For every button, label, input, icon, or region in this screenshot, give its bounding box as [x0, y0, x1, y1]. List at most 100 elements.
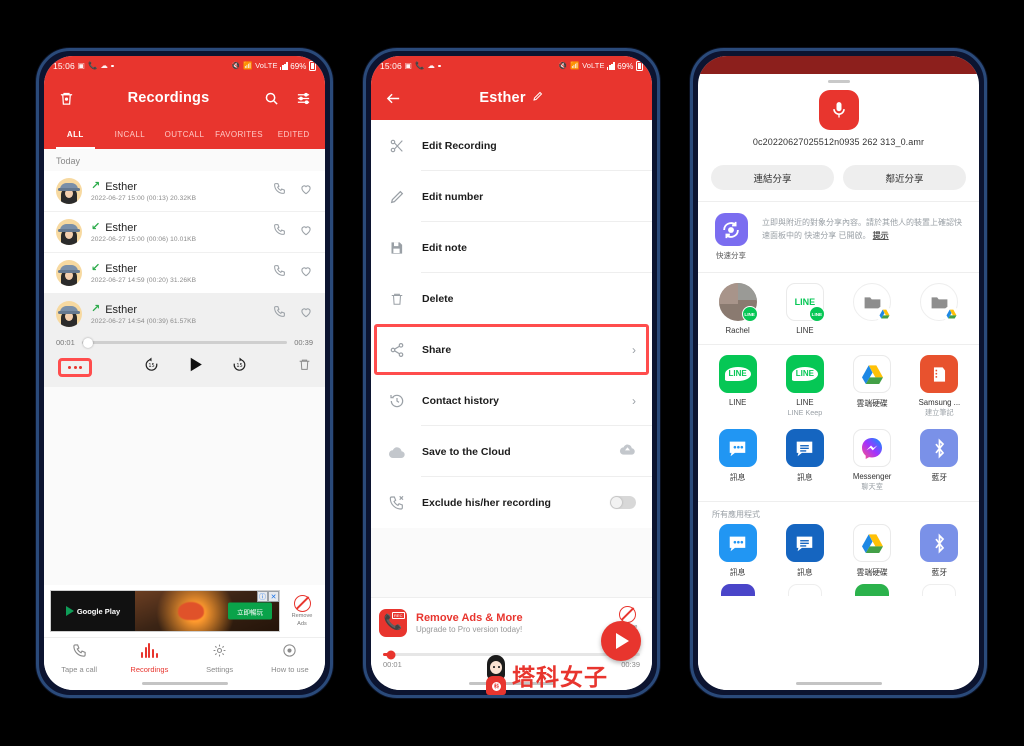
- tab-edited[interactable]: EDITED: [266, 120, 321, 149]
- mute-icon: 🔇: [231, 61, 241, 71]
- call-icon[interactable]: [273, 182, 286, 200]
- line-keep-icon: LINE: [785, 355, 824, 393]
- ad-close-icon[interactable]: ✕: [268, 591, 279, 602]
- seek-slider[interactable]: [81, 337, 288, 348]
- home-indicator[interactable]: [44, 677, 325, 690]
- trash-icon[interactable]: [55, 87, 77, 109]
- ad-cta-button[interactable]: 立即暢玩: [228, 602, 272, 620]
- tab-outcall[interactable]: OUTCALL: [157, 120, 212, 149]
- list-item[interactable]: 藍牙: [906, 524, 973, 578]
- nav-tape-a-call[interactable]: Tape a call: [44, 643, 114, 674]
- list-item[interactable]: Samsung ... 建立筆記: [906, 355, 973, 418]
- favorite-icon[interactable]: [299, 305, 313, 324]
- recording-meta: 2022-06-27 14:59 (00:20) 31.26KB: [91, 276, 197, 284]
- pencil-icon[interactable]: [532, 90, 544, 106]
- favorite-icon[interactable]: [299, 182, 313, 201]
- appbar-spacer: [619, 87, 641, 109]
- list-item[interactable]: 雲端硬碟: [839, 355, 906, 418]
- battery-icon: [309, 59, 316, 71]
- ad-info-icon[interactable]: ⓘ: [257, 591, 268, 602]
- nav-label: Settings: [206, 665, 234, 674]
- list-item[interactable]: [906, 283, 973, 335]
- phone-3-screen: 0c20220627025512n0935 262 313_0.amr 連結分享…: [698, 56, 979, 690]
- menu-item-edit-number[interactable]: Edit number: [371, 171, 652, 222]
- google-play-logo: Google Play: [51, 591, 135, 631]
- back-arrow-icon[interactable]: [382, 87, 404, 109]
- phone1-app-bar: Recordings: [44, 76, 325, 120]
- menu-item-exclude-recording[interactable]: Exclude his/her recording: [371, 477, 652, 528]
- menu-item-save-to-cloud[interactable]: Save to the Cloud: [371, 426, 652, 477]
- line-icon: LINE: [718, 355, 757, 393]
- menu-item-contact-history[interactable]: Contact history ›: [371, 375, 652, 426]
- quick-share-tip-link[interactable]: 提示: [873, 231, 889, 240]
- tab-favorites[interactable]: FAVORITES: [212, 120, 267, 149]
- call-icon[interactable]: [273, 305, 286, 323]
- list-item[interactable]: 藍牙: [906, 429, 973, 492]
- menu-item-edit-note[interactable]: Edit note: [371, 222, 652, 273]
- quick-share-section[interactable]: 快速分享 立即與附近的對象分享內容。請於其他人的裝置上確認快速面板中的 快速分享…: [698, 201, 979, 272]
- play-button[interactable]: [186, 355, 205, 379]
- seek-knob[interactable]: [386, 650, 396, 659]
- menu-item-delete[interactable]: Delete: [371, 273, 652, 324]
- table-row[interactable]: ↙ Esther 2022-06-27 15:00 (00:06) 10.01K…: [44, 212, 325, 253]
- list-item[interactable]: 訊息: [771, 524, 838, 578]
- ad-creative[interactable]: Google Play 立即暢玩 ⓘ ✕: [50, 590, 280, 632]
- tab-incall[interactable]: INCALL: [103, 120, 158, 149]
- cloud-upload-icon[interactable]: [619, 442, 636, 461]
- drive-badge-icon: [943, 306, 960, 322]
- favorite-icon[interactable]: [299, 264, 313, 283]
- exclude-recording-toggle[interactable]: [610, 496, 636, 509]
- nav-recordings[interactable]: Recordings: [114, 643, 184, 674]
- partial-apps-row[interactable]: [698, 580, 979, 596]
- list-item[interactable]: 訊息: [704, 429, 771, 492]
- phone-1-recordings-list: 15:06 ▣ 📞 ☁ 🔇 📶 VoLTE 69% Recordings ALL…: [36, 48, 333, 698]
- list-item[interactable]: 訊息: [771, 429, 838, 492]
- seek-knob[interactable]: [82, 337, 93, 348]
- day-label: Today: [44, 149, 325, 171]
- call-icon[interactable]: [273, 264, 286, 282]
- messages-dark-icon: [785, 429, 824, 467]
- nav-label: Recordings: [130, 665, 169, 674]
- recordings-body: Today ↗ Esther 2022-06-27 15:00 (00:13) …: [44, 149, 325, 585]
- dimmed-backdrop[interactable]: [698, 56, 979, 74]
- recording-meta: 2022-06-27 15:00 (00:13) 20.32KB: [91, 194, 197, 202]
- tab-all[interactable]: ALL: [48, 120, 103, 149]
- list-item[interactable]: [839, 283, 906, 335]
- remove-ads-button[interactable]: Remove Ads: [285, 594, 319, 628]
- favorite-icon[interactable]: [299, 223, 313, 242]
- more-options-button[interactable]: [58, 357, 92, 377]
- delete-icon[interactable]: [298, 357, 311, 377]
- list-item[interactable]: LINE LINE: [704, 355, 771, 418]
- drag-handle[interactable]: [698, 74, 979, 88]
- app-name: Messenger: [852, 472, 892, 481]
- filter-icon[interactable]: [292, 87, 314, 109]
- nav-how-to-use[interactable]: How to use: [255, 643, 325, 674]
- app-name: 訊息: [729, 568, 746, 577]
- menu-item-share[interactable]: Share ›: [371, 324, 652, 375]
- list-item[interactable]: LINE Rachel: [704, 283, 771, 335]
- list-item[interactable]: Messenger 聊天室: [839, 429, 906, 492]
- rewind-15-icon[interactable]: 15: [143, 356, 160, 378]
- list-item[interactable]: LINE LINE LINE: [771, 283, 838, 335]
- search-icon[interactable]: [260, 87, 282, 109]
- home-indicator[interactable]: [698, 677, 979, 690]
- call-icon[interactable]: [273, 223, 286, 241]
- wifi-icon: 📶: [243, 61, 253, 71]
- link-share-button[interactable]: 連結分享: [711, 165, 834, 190]
- menu-item-edit-recording[interactable]: Edit Recording: [371, 120, 652, 171]
- audio-player: 00:01 00:39 15 15: [44, 334, 325, 387]
- list-item[interactable]: LINE LINE LINE Keep: [771, 355, 838, 418]
- phone-icon: 📞: [87, 61, 98, 71]
- forward-15-icon[interactable]: 15: [231, 356, 248, 378]
- list-item[interactable]: 雲端硬碟: [839, 524, 906, 578]
- row-actions: [273, 182, 313, 201]
- nav-settings[interactable]: Settings: [185, 643, 255, 674]
- table-row-selected[interactable]: ↗ Esther 2022-06-27 14:54 (00:39) 61.57K…: [44, 294, 325, 334]
- table-row[interactable]: ↙ Esther 2022-06-27 14:59 (00:20) 31.26K…: [44, 253, 325, 294]
- table-row[interactable]: ↗ Esther 2022-06-27 15:00 (00:13) 20.32K…: [44, 171, 325, 212]
- phone-off-icon: [387, 495, 406, 511]
- google-drive-icon: [853, 355, 892, 393]
- volte-icon: VoLTE: [255, 61, 278, 71]
- nearby-share-button[interactable]: 鄰近分享: [843, 165, 966, 190]
- list-item[interactable]: 訊息: [704, 524, 771, 578]
